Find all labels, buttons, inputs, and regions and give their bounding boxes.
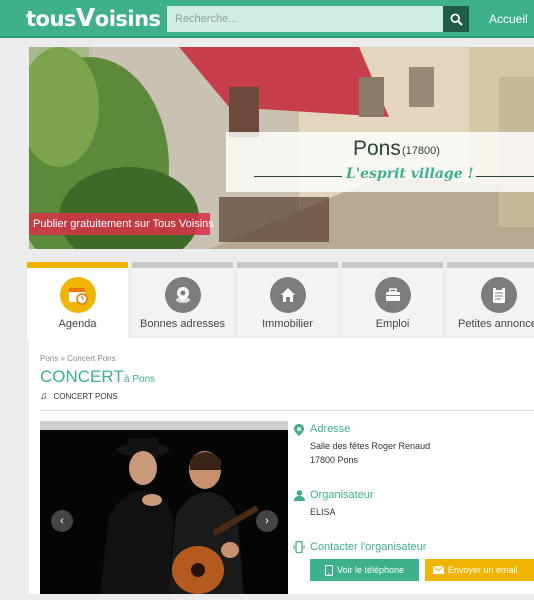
concert-photo-image: [40, 430, 288, 600]
tab-petites-annonces-label: Petites annonces: [458, 318, 534, 330]
hero-postal-code: (17800): [402, 145, 440, 157]
mobile-phone-icon: [293, 541, 305, 553]
send-email-label: Envoyer un email: [448, 565, 518, 575]
publish-free-link[interactable]: Publier gratuitement sur Tous Voisins: [29, 213, 214, 235]
show-phone-label: Voir le téléphone: [336, 565, 405, 575]
phone-icon: [324, 564, 333, 576]
breadcrumb[interactable]: Pons » Concert Pons: [40, 354, 116, 363]
search-icon: [449, 12, 463, 26]
address-heading: Adresse: [310, 423, 351, 435]
music-note-icon: ♫: [40, 391, 48, 402]
photo-next-arrow[interactable]: ›: [256, 510, 278, 532]
address-line-2: 17800 Pons: [310, 455, 359, 465]
show-phone-button[interactable]: Voir le téléphone: [310, 559, 419, 581]
person-icon: [293, 489, 305, 501]
logo-text-oisins: oisins: [94, 7, 161, 31]
briefcase-icon: [374, 277, 411, 313]
tab-agenda-label: Agenda: [58, 318, 97, 330]
organizer-heading: Organisateur: [310, 489, 374, 501]
tab-bonnes-adresses[interactable]: Bonnes adresses: [132, 262, 233, 336]
event-subtitle-text: CONCERT PONS: [53, 392, 118, 401]
tab-emploi-label: Emploi: [375, 318, 410, 330]
hero-line-right: [476, 176, 534, 177]
house-icon: [269, 277, 306, 313]
calendar-icon: [59, 277, 96, 313]
section-divider: [40, 410, 534, 411]
tab-immobilier[interactable]: Immobilier: [237, 262, 338, 336]
send-email-button[interactable]: Envoyer un email: [425, 559, 534, 581]
search-bar: [167, 6, 469, 32]
map-pin-icon: [164, 277, 201, 313]
hero-slogan: L'esprit village !: [346, 166, 474, 182]
hero-title-panel: Pons (17800) L'esprit village !: [226, 132, 534, 192]
hero-city: Pons: [353, 137, 401, 160]
search-input[interactable]: [167, 6, 443, 32]
event-place: à Pons: [124, 374, 156, 385]
tab-bonnes-adresses-label: Bonnes adresses: [140, 318, 225, 330]
contact-heading: Contacter l'organisateur: [310, 541, 427, 553]
envelope-icon: [433, 566, 444, 574]
photo-prev-arrow[interactable]: ‹: [51, 510, 73, 532]
event-photo[interactable]: [40, 421, 288, 600]
tab-agenda[interactable]: Agenda: [27, 262, 128, 340]
clipboard-icon: [481, 277, 518, 313]
tab-petites-annonces[interactable]: Petites annonces: [447, 262, 534, 336]
tab-emploi[interactable]: Emploi: [342, 262, 443, 336]
search-button[interactable]: [443, 6, 469, 32]
logo-v-mark: V: [75, 3, 95, 32]
site-logo[interactable]: tousVoisins: [26, 3, 161, 32]
photo-top-bar: [40, 421, 288, 430]
top-header: tousVoisins Accueil: [0, 0, 534, 38]
event-subtitle: ♫ CONCERT PONS: [40, 391, 118, 402]
location-icon: [293, 424, 305, 436]
bottom-strip: [0, 594, 534, 600]
address-line-1: Salle des fêtes Roger Renaud: [310, 441, 431, 451]
hero-line-left: [254, 176, 342, 177]
logo-text-tous: tous: [26, 7, 76, 31]
tab-immobilier-label: Immobilier: [262, 318, 313, 330]
event-title: CONCERT: [40, 367, 124, 386]
organizer-name: ELISA: [310, 507, 336, 517]
nav-home-link[interactable]: Accueil: [489, 12, 528, 26]
